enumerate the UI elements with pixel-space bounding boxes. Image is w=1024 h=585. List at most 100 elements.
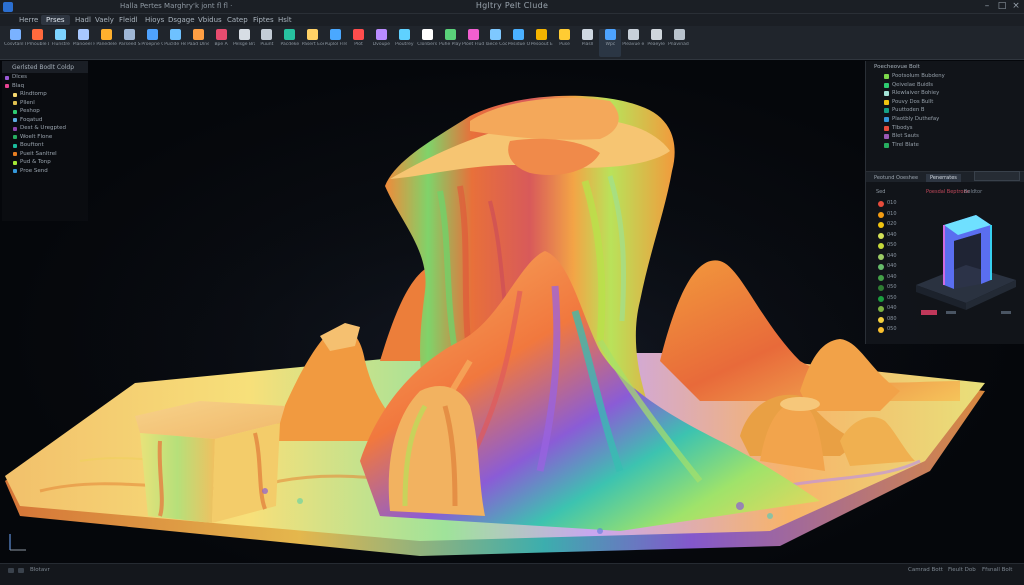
menu-item[interactable]: Fleidl bbox=[114, 15, 143, 25]
layer-item-label: Plaotbly Duthefay bbox=[892, 115, 940, 122]
scene-tree-item[interactable]: Pud & Tonp bbox=[2, 158, 88, 167]
properties-panel: Poecheovue Bolt Pootsolum Bubdeny Qeivela… bbox=[865, 61, 1024, 344]
layer-item[interactable]: Pouvy Dos Bullt bbox=[866, 98, 1024, 107]
close-icon[interactable]: × bbox=[1009, 1, 1023, 11]
toolbar-button[interactable]: Puunt bbox=[256, 29, 278, 57]
layer-item[interactable]: Tlrel Blate bbox=[866, 141, 1024, 150]
scene-tree-item[interactable]: Pllenl bbox=[2, 99, 88, 108]
toolbar-button[interactable]: Paad Dlneve bbox=[187, 29, 209, 57]
scene-tree-item-label: Proe Send bbox=[20, 167, 48, 174]
minimize-icon[interactable]: – bbox=[980, 1, 994, 11]
toolbar-button[interactable]: Puclde Heeyted Bonl bbox=[164, 29, 186, 57]
toolbar-button[interactable]: Pesidue Onlore bbox=[508, 29, 530, 57]
toolbar-button[interactable]: Taece Cooss bbox=[485, 29, 507, 57]
legend-value: 010 bbox=[887, 210, 897, 217]
layer-item-label: Pouvy Dos Bullt bbox=[892, 98, 934, 105]
mini-3d-preview[interactable] bbox=[906, 185, 1018, 335]
toolbar-button[interactable]: Pnavinad Bauy bbox=[668, 29, 690, 57]
toolbar-button[interactable]: Pacdeke bbox=[279, 29, 301, 57]
toolbar-button[interactable]: Peaeyle bbox=[645, 29, 667, 57]
layer-color-icon bbox=[5, 84, 9, 88]
layer-item[interactable]: Blet Sauts bbox=[866, 132, 1024, 141]
toolbar-button[interactable]: Cosvtanl Eoix bbox=[4, 29, 26, 57]
measure-icon bbox=[490, 29, 502, 40]
scene-tree-item-label: Rlndtomp bbox=[20, 91, 47, 97]
toolbar-button[interactable]: Flunstre bbox=[50, 29, 72, 57]
layer-item[interactable]: Puuttoden B bbox=[866, 106, 1024, 115]
toolbar-button[interactable]: Pmouble Delnut bbox=[27, 29, 49, 57]
toolbar-button-label: Taece Cooss bbox=[484, 42, 507, 47]
layer-color-icon bbox=[13, 92, 17, 97]
legend-entry: 050 bbox=[876, 283, 902, 294]
toolbar-button[interactable]: Pesoout Eseq bbox=[531, 29, 553, 57]
legend-swatch bbox=[878, 222, 884, 228]
scene-tree-item[interactable]: Peshop bbox=[2, 107, 88, 116]
scene-tree-item[interactable]: Pueit Sanltrel bbox=[2, 150, 88, 159]
axis-gizmo[interactable] bbox=[6, 530, 30, 554]
layer-item[interactable]: Rlewlaiver Bohiey bbox=[866, 89, 1024, 98]
toolbar-button[interactable]: Ploet Fludes bbox=[462, 29, 484, 57]
toolbar-button-label: Plot bbox=[354, 42, 363, 47]
legend-value: 080 bbox=[887, 315, 897, 322]
legend-value: 020 bbox=[887, 221, 897, 227]
scene-tree-item[interactable]: Proe Send bbox=[2, 167, 88, 176]
legend-entry: 050 bbox=[876, 294, 902, 305]
toolbar-button[interactable]: Pleavue eeb bbox=[622, 29, 644, 57]
plus-icon bbox=[353, 29, 364, 40]
toolbar-button[interactable]: Wpc bbox=[599, 29, 622, 57]
lasso-icon bbox=[375, 29, 387, 40]
toolbar-button-label: Puunt bbox=[260, 42, 274, 47]
toolbar-button[interactable]: Proepne Cumadis bbox=[141, 29, 163, 57]
layer-item[interactable]: Tlbodys bbox=[866, 124, 1024, 133]
toolbar-button[interactable]: Puhe Play bbox=[439, 29, 461, 57]
status-item[interactable]: Camrad Bott bbox=[908, 567, 943, 573]
scene-tree-item[interactable]: Bouftont bbox=[2, 141, 88, 150]
scene-tree-item[interactable]: Dlces bbox=[2, 73, 88, 82]
layer-color-icon bbox=[884, 91, 889, 97]
layer-item[interactable]: Qeivelae Buidls bbox=[866, 81, 1024, 90]
scene-tree-item[interactable]: Woelt Flone bbox=[2, 133, 88, 142]
pencil-icon bbox=[559, 29, 571, 40]
status-item[interactable]: Ffsnall Bolt bbox=[982, 567, 1012, 573]
legend-value: 040 bbox=[887, 231, 897, 238]
menu-item-active[interactable]: Prses bbox=[41, 15, 70, 25]
layer-item[interactable]: Pootsolum Bubdeny bbox=[866, 72, 1024, 81]
toolbar-button[interactable]: Dvoupe bbox=[370, 29, 392, 57]
toolbar-button-label: Puhe Play bbox=[439, 42, 462, 47]
toolbar-button[interactable]: Piasll bbox=[577, 29, 599, 57]
status-item[interactable]: Fieult Dob bbox=[948, 567, 976, 573]
toolbar-button[interactable]: Puse bbox=[554, 29, 576, 57]
toolbar-button[interactable]: Panedele bbox=[96, 29, 118, 57]
layer-color-icon bbox=[884, 99, 889, 105]
tab-parameters[interactable]: Penerrates bbox=[926, 174, 961, 182]
toolbar-button[interactable]: Bpe A bbox=[210, 29, 232, 57]
scene-tree-item-label: Pud & Tonp bbox=[20, 159, 51, 165]
toolbar-button[interactable]: Pasert Eoef bbox=[302, 29, 324, 57]
toolbar-button[interactable]: Pioutrey bbox=[393, 29, 415, 57]
cursor-icon bbox=[9, 29, 21, 40]
maximize-icon[interactable]: □ bbox=[995, 1, 1009, 11]
magic-wand-icon bbox=[32, 29, 44, 40]
toolbar-button-label: Dvoupe bbox=[372, 42, 391, 47]
layer-item-label: Tlrel Blate bbox=[892, 141, 919, 148]
scene-tree-item[interactable]: Rlndtomp bbox=[2, 90, 88, 99]
parameter-select[interactable] bbox=[974, 171, 1020, 181]
window-icon bbox=[146, 29, 158, 40]
layer-item[interactable]: Plaotbly Duthefay bbox=[866, 115, 1024, 124]
toolbar-button[interactable]: Parseed Suulding bbox=[119, 29, 141, 57]
toolbar-button[interactable]: Clonbers bbox=[416, 29, 438, 57]
toolbar-button[interactable]: Plot bbox=[348, 29, 370, 57]
tab-properties[interactable]: Peotund Ooeshee bbox=[870, 174, 922, 182]
scene-tree-item[interactable]: Blaq bbox=[2, 82, 88, 91]
mini-view-button[interactable] bbox=[921, 310, 937, 315]
scene-tree-item-label: Dest & Uregpted bbox=[20, 125, 66, 131]
scene-tree-item[interactable]: Foqatud bbox=[2, 116, 88, 125]
scene-tree-item[interactable]: Dest & Uregpted bbox=[2, 124, 88, 133]
pencil-icon bbox=[101, 29, 113, 40]
toolbar-button[interactable]: Puplol Flre bbox=[325, 29, 347, 57]
menu-item[interactable]: Herre bbox=[14, 15, 43, 25]
toolbar-button[interactable]: Pelsge Brane bbox=[233, 29, 255, 57]
toolbar-button[interactable]: Planoeel Hosble bbox=[73, 29, 95, 57]
menu-item[interactable]: Hslt bbox=[273, 15, 297, 25]
toolbar-button-label: Puse bbox=[559, 42, 570, 47]
